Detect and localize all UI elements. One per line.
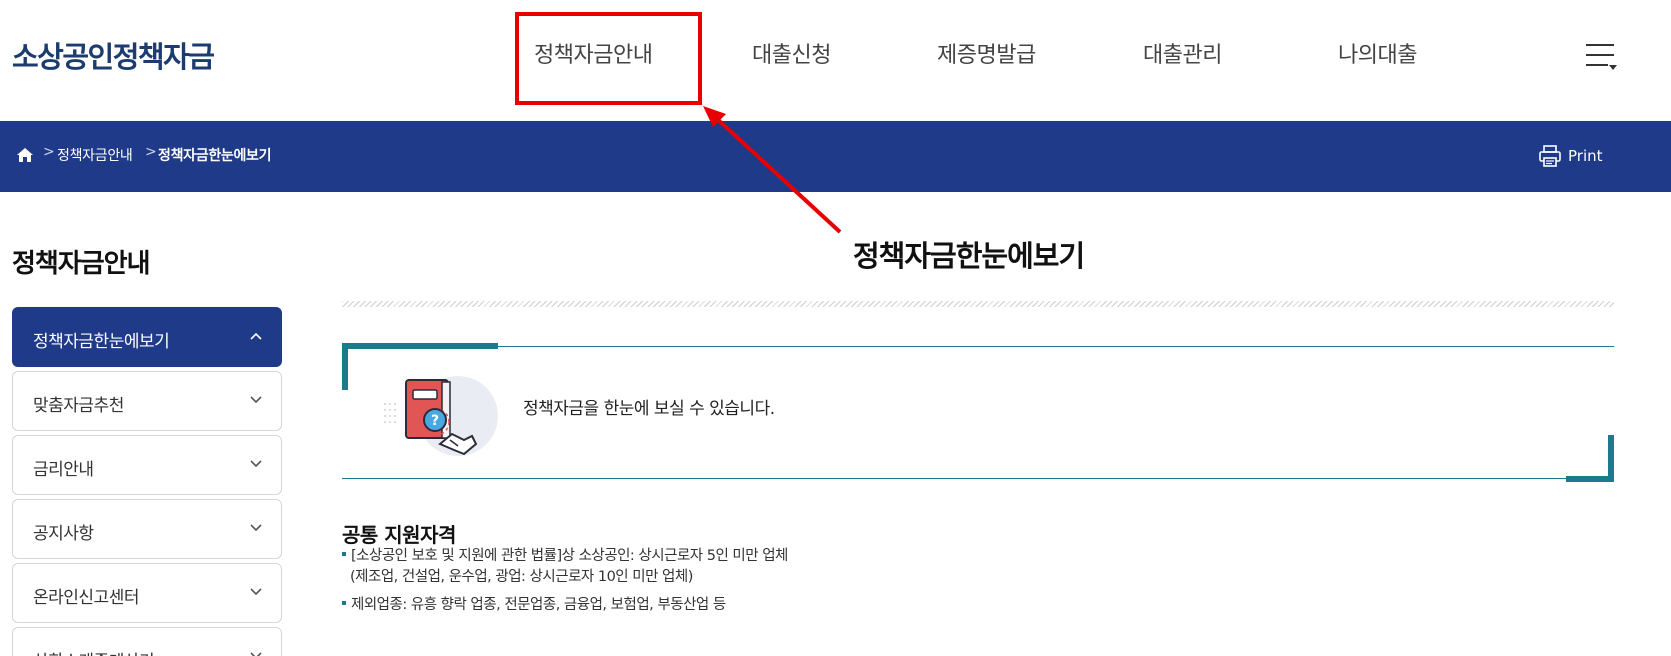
bullet-dot xyxy=(342,601,346,605)
site-logo[interactable]: 소상공인정책자금 xyxy=(12,34,215,76)
sidebar-item-label: 금리안내 xyxy=(33,460,94,480)
sidebar-item-repayment-calculator[interactable]: 상환스케줄계산기 xyxy=(12,627,282,656)
sidebar-item-label: 맞춤자금추천 xyxy=(33,396,124,416)
sidebar-item-label: 정책자금한눈에보기 xyxy=(33,332,170,352)
breadcrumb-bar: > 정책자금안내 > 정책자금한눈에보기 Print xyxy=(0,121,1671,192)
hamburger-menu-icon[interactable] xyxy=(1586,44,1617,70)
print-button[interactable]: Print xyxy=(1538,143,1603,169)
sidebar-title: 정책자금안내 xyxy=(12,249,151,279)
bullet-subtext: (제조업, 건설업, 운수업, 광업: 상시근로자 10인 미만 업체) xyxy=(350,569,693,585)
nav-certificate-issuance[interactable]: 제증명발급 xyxy=(937,37,1036,69)
sidebar-item-policy-fund-overview[interactable]: 정책자금한눈에보기 xyxy=(12,307,282,367)
chevron-up-icon xyxy=(250,332,262,340)
bullet-text: [소상공인 보호 및 지원에 관한 법률]상 소상공인: 상시근로자 5인 미만… xyxy=(351,548,788,564)
sidebar-item-label: 온라인신고센터 xyxy=(33,588,139,608)
chevron-down-icon xyxy=(250,588,262,596)
chevron-down-icon xyxy=(250,396,262,404)
home-icon[interactable] xyxy=(17,148,33,162)
chevron-down-icon xyxy=(250,652,262,656)
sidebar-item-custom-fund-recommend[interactable]: 맞춤자금추천 xyxy=(12,371,282,431)
intro-text: 정책자금을 한눈에 보실 수 있습니다. xyxy=(523,399,775,419)
sidebar-item-label: 공지사항 xyxy=(33,524,94,544)
nav-loan-management[interactable]: 대출관리 xyxy=(1143,37,1222,69)
chevron-down-icon xyxy=(250,460,262,468)
list-item: [소상공인 보호 및 지원에 관한 법률]상 소상공인: 상시근로자 5인 미만… xyxy=(342,546,788,588)
bullet-text: 제외업종: 유흥 향락 업종, 전문업종, 금융업, 보험업, 부동산업 등 xyxy=(351,597,726,613)
svg-text:?: ? xyxy=(431,413,439,429)
sidebar-item-notices[interactable]: 공지사항 xyxy=(12,499,282,559)
breadcrumb-separator: > xyxy=(43,144,55,160)
intro-box: ? 정책자금을 한눈에 보실 수 있습니다. xyxy=(342,343,1614,482)
breadcrumb-separator: > xyxy=(145,144,157,160)
chevron-down-icon xyxy=(250,524,262,532)
site-header: 소상공인정책자금 정책자금안내 대출신청 제증명발급 대출관리 나의대출 xyxy=(0,0,1671,114)
page-title: 정책자금한눈에보기 xyxy=(853,239,1085,273)
print-label: Print xyxy=(1568,147,1603,165)
book-search-handshake-icon: ? xyxy=(384,376,498,456)
breadcrumb-current: 정책자금한눈에보기 xyxy=(158,148,272,164)
sidebar-item-interest-rate[interactable]: 금리안내 xyxy=(12,435,282,495)
list-item: 제외업종: 유흥 향락 업종, 전문업종, 금융업, 보험업, 부동산업 등 xyxy=(342,595,726,616)
nav-policy-fund-guide[interactable]: 정책자금안내 xyxy=(534,37,653,69)
bullet-dot xyxy=(342,552,346,556)
printer-icon xyxy=(1539,145,1561,167)
nav-my-loan[interactable]: 나의대출 xyxy=(1338,37,1417,69)
breadcrumb-item[interactable]: 정책자금안내 xyxy=(57,145,133,165)
nav-loan-application[interactable]: 대출신청 xyxy=(752,37,831,69)
hatch-divider xyxy=(342,301,1614,307)
sidebar-item-label: 상환스케줄계산기 xyxy=(33,647,155,656)
sidebar-item-online-report-center[interactable]: 온라인신고센터 xyxy=(12,563,282,623)
section-title-common-eligibility: 공통 지원자격 xyxy=(342,523,456,547)
